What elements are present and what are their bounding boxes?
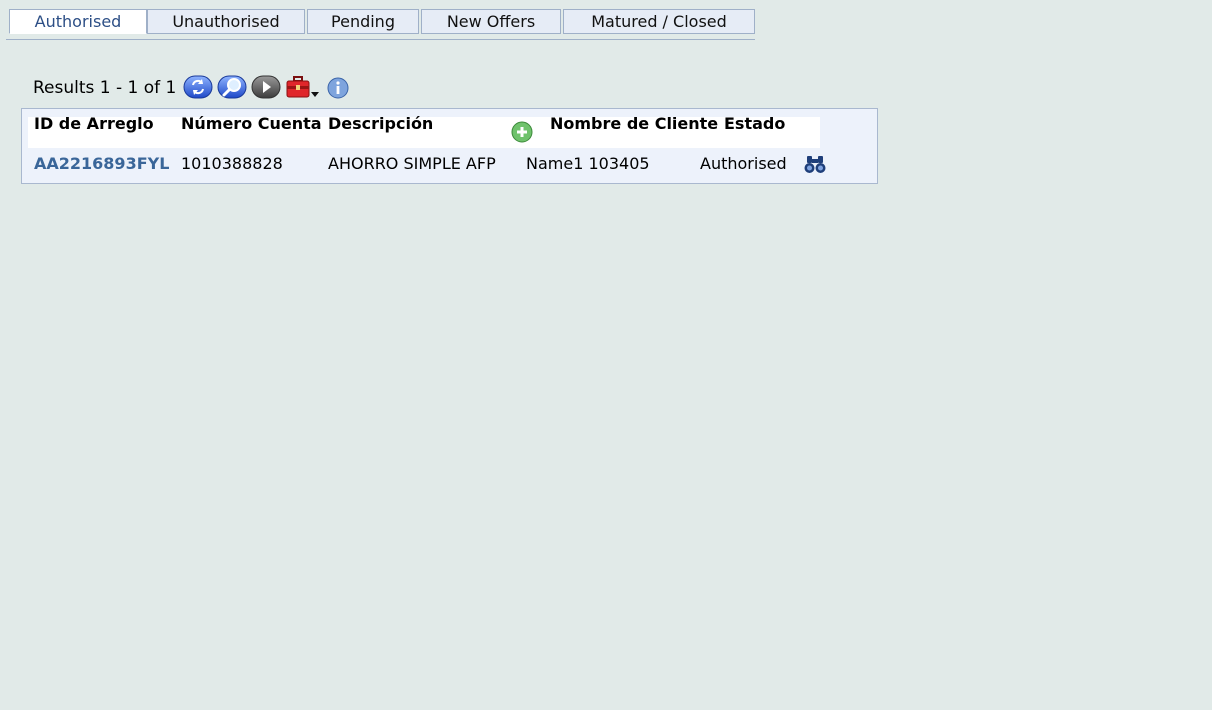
row-account: 1010388828 <box>181 154 283 173</box>
column-header-id[interactable]: ID de Arreglo <box>34 114 154 134</box>
column-header-status[interactable]: Estado <box>724 114 785 134</box>
add-column-icon[interactable] <box>511 121 533 143</box>
tab-new-offers[interactable]: New Offers <box>421 9 561 34</box>
tab-unauthorised[interactable]: Unauthorised <box>147 9 305 34</box>
row-status: Authorised <box>700 154 787 173</box>
info-icon[interactable] <box>327 77 349 99</box>
tab-authorised[interactable]: Authorised <box>9 9 147 34</box>
results-table: ID de Arreglo Número Cuenta Descripción … <box>21 108 878 184</box>
search-icon[interactable] <box>217 74 247 100</box>
binoculars-icon[interactable] <box>803 153 827 175</box>
next-icon[interactable] <box>251 74 281 100</box>
row-id-link[interactable]: AA2216893FYL <box>34 154 169 174</box>
tab-pending[interactable]: Pending <box>307 9 419 34</box>
results-count: Results 1 - 1 of 1 <box>33 78 177 98</box>
refresh-icon[interactable] <box>183 74 213 100</box>
row-description: AHORRO SIMPLE AFP <box>328 154 496 173</box>
column-header-description[interactable]: Descripción <box>328 114 433 134</box>
row-client: Name1 103405 <box>526 154 650 173</box>
tab-matured-closed[interactable]: Matured / Closed <box>563 9 755 34</box>
toolbox-icon[interactable] <box>285 74 319 100</box>
column-header-account[interactable]: Número Cuenta <box>181 114 322 134</box>
column-header-client[interactable]: Nombre de Cliente <box>550 114 718 134</box>
tab-bar: Authorised Unauthorised Pending New Offe… <box>6 9 755 40</box>
